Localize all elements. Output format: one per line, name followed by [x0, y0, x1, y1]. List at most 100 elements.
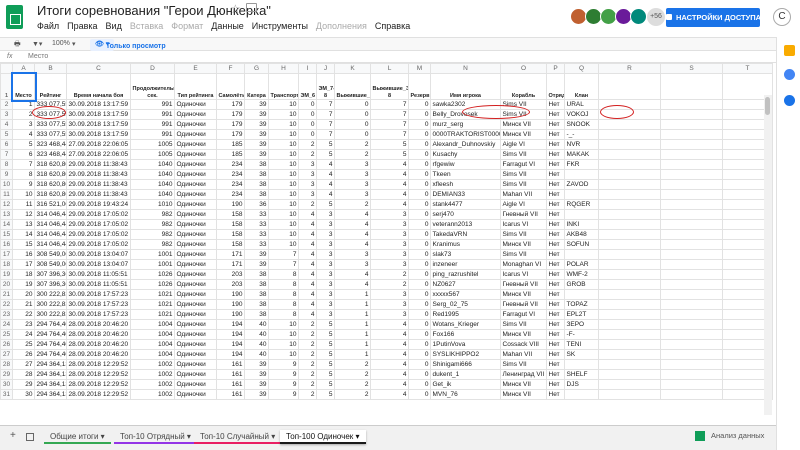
cell[interactable]: 2	[298, 359, 317, 370]
cell[interactable]	[598, 109, 661, 120]
cell[interactable]	[598, 239, 661, 250]
cell[interactable]	[598, 349, 661, 360]
header-cell[interactable]: Тип рейтинга	[174, 73, 217, 100]
cell[interactable]: Нет	[546, 229, 565, 240]
cell[interactable]	[598, 259, 661, 270]
cell[interactable]: 161	[216, 389, 245, 400]
cell[interactable]: Минск VII	[500, 129, 547, 140]
cell[interactable]	[660, 99, 723, 110]
cell[interactable]: 3	[298, 189, 317, 200]
cell[interactable]: Sims VII	[500, 169, 547, 180]
cell[interactable]: Одиночки	[174, 109, 217, 120]
cell[interactable]: 0	[408, 199, 431, 210]
cell[interactable]: 38	[244, 189, 269, 200]
cell[interactable]: 29.09.2018 11:38:43	[66, 169, 131, 180]
cell[interactable]: 4	[316, 189, 335, 200]
cell[interactable]: Farragut VI	[500, 309, 547, 320]
cell[interactable]: Одиночки	[174, 239, 217, 250]
cell[interactable]: 1	[12, 99, 35, 110]
cell[interactable]: Icarus VI	[500, 219, 547, 230]
header-cell[interactable]: Место	[10, 71, 37, 102]
cell[interactable]: 0	[408, 359, 431, 370]
cell[interactable]	[660, 279, 723, 290]
cell[interactable]: Нет	[546, 219, 565, 230]
menu-item-0[interactable]: Файл	[37, 21, 59, 31]
cell[interactable]: 5	[316, 359, 335, 370]
cell[interactable]: 1002	[130, 379, 175, 390]
cell[interactable]: 4	[370, 179, 409, 190]
column-header[interactable]: N	[430, 63, 501, 74]
cell[interactable]: 4	[334, 239, 371, 250]
menu-item-5[interactable]: Данные	[211, 21, 244, 31]
cell[interactable]: Нет	[546, 289, 565, 300]
column-header[interactable]: B	[34, 63, 67, 74]
cell[interactable]: 0	[334, 109, 371, 120]
cell[interactable]: stank4477	[430, 199, 501, 210]
cell[interactable]: 2	[298, 349, 317, 360]
cell[interactable]: 4	[316, 169, 335, 180]
cell[interactable]: 1040	[130, 159, 175, 170]
view-only-button[interactable]: 👁 Только просмотр ▾	[90, 39, 166, 51]
cell[interactable]	[598, 199, 661, 210]
column-header[interactable]: S	[660, 63, 723, 74]
row-number[interactable]: 30	[0, 379, 13, 390]
cell[interactable]: Нет	[546, 279, 565, 290]
row-number[interactable]: 4	[0, 119, 13, 130]
cell[interactable]	[598, 319, 661, 330]
cell[interactable]: 0	[298, 119, 317, 130]
cell[interactable]: 1001	[130, 259, 175, 270]
cell[interactable]	[598, 289, 661, 300]
cell[interactable]: Нет	[546, 349, 565, 360]
cell[interactable]: 10	[12, 189, 35, 200]
cell[interactable]: 1040	[130, 189, 175, 200]
sheet-tab[interactable]: Топ-10 Случайный ▾	[194, 430, 282, 444]
cell[interactable]: 0	[408, 379, 431, 390]
cell[interactable]: 308 549,00	[34, 249, 67, 260]
cell[interactable]: EPL2T	[564, 309, 599, 320]
column-header[interactable]: K	[334, 63, 371, 74]
cell[interactable]: 27.09.2018 22:06:05	[66, 139, 131, 150]
cell[interactable]: 3	[370, 219, 409, 230]
cell[interactable]: Одиночки	[174, 359, 217, 370]
row-number[interactable]: 28	[0, 359, 13, 370]
cell[interactable]: 1	[334, 329, 371, 340]
cell[interactable]: 38	[244, 279, 269, 290]
cell[interactable]: 4	[12, 129, 35, 140]
cell[interactable]: 294 364,13	[34, 359, 67, 370]
menu-item-8[interactable]: Справка	[375, 21, 410, 31]
cell[interactable]: SNOOK	[564, 119, 599, 130]
cell[interactable]: 16	[12, 249, 35, 260]
cell[interactable]: Sims VII	[500, 359, 547, 370]
cell[interactable]: 2	[334, 199, 371, 210]
cell[interactable]: Одиночки	[174, 369, 217, 380]
cell[interactable]: 0	[408, 129, 431, 140]
cell[interactable]: 7	[316, 119, 335, 130]
header-cell[interactable]: Катера	[244, 73, 269, 100]
cell[interactable]	[660, 199, 723, 210]
cell[interactable]	[598, 229, 661, 240]
cell[interactable]: 15	[12, 239, 35, 250]
cell[interactable]: ZAVOD	[564, 179, 599, 190]
cell[interactable]: 13	[12, 219, 35, 230]
cell[interactable]: Kusachy	[430, 149, 501, 160]
cell[interactable]: slak73	[430, 249, 501, 260]
cell[interactable]: 7	[268, 249, 299, 260]
cell[interactable]: 1	[334, 309, 371, 320]
cell[interactable]: 1002	[130, 359, 175, 370]
cell[interactable]: 30.09.2018 11:05:51	[66, 279, 131, 290]
cell[interactable]	[598, 379, 661, 390]
cell[interactable]: 3	[370, 289, 409, 300]
cell[interactable]: 33	[244, 219, 269, 230]
cell[interactable]: 3	[316, 279, 335, 290]
cell[interactable]	[598, 299, 661, 310]
cell[interactable]: 1PutinVova	[430, 339, 501, 350]
cell[interactable]	[660, 229, 723, 240]
header-cell[interactable]: Клан	[564, 73, 599, 100]
column-header[interactable]: H	[268, 63, 299, 74]
cell[interactable]: Нет	[546, 249, 565, 260]
cell[interactable]: Sims VII	[500, 109, 547, 120]
column-header[interactable]: A	[12, 63, 35, 74]
cell[interactable]: 27.09.2018 22:06:05	[66, 149, 131, 160]
cell[interactable]: 7	[268, 259, 299, 270]
row-number[interactable]: 17	[0, 249, 13, 260]
